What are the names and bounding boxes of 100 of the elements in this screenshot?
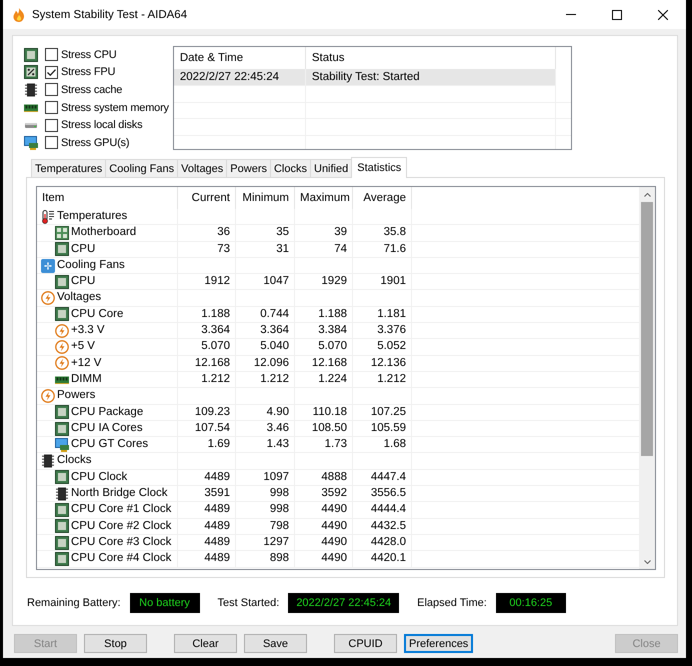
sensor-label[interactable]: +3.3 V [71, 323, 105, 338]
sensor-label[interactable]: CPU Core #3 Clock [71, 534, 172, 550]
thermometer-icon [41, 210, 55, 224]
tab[interactable]: Statistics [351, 157, 408, 178]
table-cell: 12.168 [295, 356, 353, 371]
checkbox-label[interactable]: Stress system memory [61, 102, 169, 114]
table-cell: 798 [236, 518, 295, 534]
table-cell: 2022/2/27 22:45:24 [174, 69, 306, 85]
table-cell: 4447.4 [353, 470, 412, 486]
sensor-label[interactable]: CPU Core [71, 306, 124, 322]
percent-chip-icon [24, 65, 38, 80]
dialog-button[interactable]: Stop [84, 634, 147, 653]
monitor-card-icon [24, 136, 38, 150]
tab[interactable]: Cooling Fans [105, 159, 178, 177]
sensor-label[interactable]: CPU Clock [71, 470, 128, 486]
sensor-label[interactable]: Motherboard [71, 225, 136, 241]
checkbox-label[interactable]: Stress GPU(s) [61, 136, 130, 149]
dialog-button[interactable]: Preferences [404, 634, 474, 653]
status-readout: 00:16:25 [496, 593, 566, 613]
flame-icon [13, 8, 25, 22]
sensor-label[interactable]: CPU IA Cores [71, 420, 143, 436]
sensor-label[interactable]: CPU Core #4 Clock [71, 551, 172, 567]
table-cell: 35 [236, 225, 295, 241]
group-label[interactable]: Clocks [57, 453, 92, 469]
table-cell: 998 [236, 502, 295, 518]
table-cell: 4490 [295, 551, 353, 567]
checkbox[interactable] [45, 66, 58, 79]
dialog-button[interactable]: Clear [174, 634, 237, 653]
checkbox-label[interactable]: Stress local disks [61, 119, 142, 132]
checkbox[interactable] [45, 83, 58, 96]
scrollbar[interactable] [639, 187, 655, 569]
sensor-label[interactable]: CPU [71, 242, 96, 257]
chip-icon [55, 405, 69, 420]
sensor-label[interactable]: CPU Package [71, 404, 144, 420]
status-readout: 2022/2/27 22:45:24 [288, 593, 400, 613]
group-label[interactable]: Voltages [57, 290, 102, 306]
column-header[interactable]: Minimum [236, 187, 295, 209]
sensor-label[interactable]: DIMM [71, 372, 102, 388]
table-cell: 1.43 [236, 437, 295, 452]
table-cell: 4490 [295, 502, 353, 518]
table-cell: 1.188 [295, 306, 353, 322]
tab[interactable]: Unified [310, 159, 352, 177]
table-cell: 73 [178, 242, 236, 257]
table-cell: 1.73 [295, 437, 353, 452]
checkbox[interactable] [45, 136, 58, 150]
log-row[interactable]: 2022/2/27 22:45:24 Stability Test: Started [174, 69, 556, 86]
group-label[interactable]: Cooling Fans [57, 258, 125, 274]
chip-icon [55, 502, 69, 517]
table-cell: 4420.1 [353, 551, 412, 567]
table-cell: 1047 [236, 274, 295, 290]
column-header[interactable]: Average [353, 187, 412, 209]
group-label[interactable]: Temperatures [57, 209, 128, 224]
table-cell: 5.040 [236, 339, 295, 355]
group-label[interactable]: Powers [57, 388, 96, 404]
lightning-bolt-icon [41, 388, 55, 403]
table-cell: 998 [236, 486, 295, 502]
sensor-label[interactable]: CPU GT Cores [71, 437, 148, 452]
table-cell: 3.364 [178, 323, 236, 338]
table-cell: 39 [295, 225, 353, 241]
maximize-icon [612, 10, 622, 20]
table-cell: 3591 [178, 486, 236, 502]
chip-icon [55, 274, 69, 289]
sensor-label[interactable]: +12 V [71, 356, 102, 371]
table-cell: 3.384 [295, 323, 353, 338]
table-cell: 4444.4 [353, 502, 412, 518]
table-cell: 105.59 [353, 420, 412, 436]
checkbox-label[interactable]: Stress CPU [61, 48, 116, 61]
tab[interactable]: Voltages [177, 159, 228, 177]
table-cell: 898 [236, 551, 295, 567]
sensor-label[interactable]: CPU Core #2 Clock [71, 518, 172, 534]
chip-icon [55, 242, 69, 256]
checkbox-label[interactable]: Stress cache [61, 84, 122, 96]
checkbox[interactable] [45, 118, 58, 132]
scrollbar-thumb[interactable] [641, 202, 653, 456]
column-header[interactable]: Current [178, 187, 236, 209]
checkbox[interactable] [45, 48, 58, 62]
table-cell: 1929 [295, 274, 353, 290]
table-cell: 5.052 [353, 339, 412, 355]
table-cell: 1097 [236, 470, 295, 486]
sensor-label[interactable]: CPU Core #1 Clock [71, 502, 172, 518]
sensor-label[interactable]: North Bridge Clock [71, 486, 168, 502]
tab[interactable]: Temperatures [31, 159, 106, 177]
sensor-label[interactable]: CPU [71, 274, 96, 290]
sensor-label[interactable]: +5 V [71, 339, 95, 355]
table-cell: 1.188 [178, 306, 236, 322]
chip-icon [24, 48, 38, 62]
window-title: System Stability Test - AIDA64 [32, 8, 188, 20]
chip-icon [55, 307, 69, 322]
column-header[interactable]: Maximum [295, 187, 353, 209]
column-header[interactable]: Item [37, 187, 178, 209]
lightning-bolt-icon [55, 324, 69, 338]
table-cell: Stability Test: Started [306, 69, 556, 85]
dialog-button[interactable]: CPUID [334, 634, 397, 653]
table-cell: 0.744 [236, 306, 295, 322]
checkbox-label[interactable]: Stress FPU [61, 66, 116, 78]
checkbox[interactable] [45, 101, 58, 114]
tab[interactable]: Powers [226, 159, 271, 177]
tab[interactable]: Clocks [270, 159, 311, 177]
dialog-button[interactable]: Save [244, 634, 307, 653]
chip-icon [24, 82, 38, 97]
